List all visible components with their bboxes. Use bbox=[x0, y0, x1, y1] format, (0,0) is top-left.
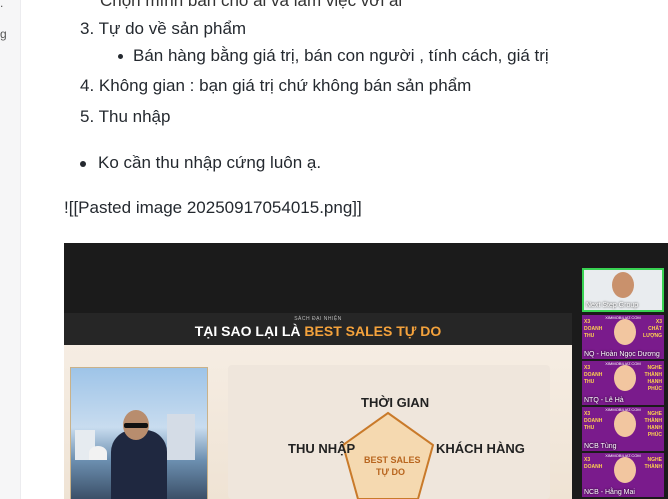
slide-title-band: SÁCH ĐẠI NHIỆN TẠI SAO LẠI LÀ BEST SALES… bbox=[64, 313, 572, 345]
bullet-dot bbox=[80, 160, 86, 167]
participant-name: NQ - Hoàn Ngọc Dương bbox=[584, 351, 660, 358]
diagram-label-right: KHÁCH HÀNG bbox=[436, 441, 525, 456]
slide-kicker: SÁCH ĐẠI NHIỆN bbox=[294, 316, 342, 322]
participant-name: NCB - Hằng Mai bbox=[584, 489, 635, 496]
participant-tile[interactable]: XIMMOBILIAT.COM X3 DOANH NGHE THÀNH NCB - … bbox=[582, 453, 664, 497]
participant-tile[interactable]: XIMMOBILIAT.COM X3 DOANH THU NGHE THÀNH HẠNH… bbox=[582, 407, 664, 451]
cut-off-line: Chọn mình bán cho ai và làm việc với ai bbox=[100, 0, 403, 10]
left-sidebar: . g bbox=[0, 0, 21, 499]
sidebar-fragment: . bbox=[0, 0, 4, 10]
participant-gallery: Next Step Group XIMMOBILIAT.COM X3 DOANH T… bbox=[580, 268, 668, 499]
participant-face bbox=[614, 319, 636, 345]
embedded-screenshot: SÁCH ĐẠI NHIỆN TẠI SAO LẠI LÀ BEST SALES… bbox=[64, 243, 668, 499]
list-item-3: 3. Tự do về sản phẩm bbox=[80, 19, 247, 38]
participant-face bbox=[612, 272, 634, 298]
participant-name: NCB Tùng bbox=[584, 443, 617, 450]
list-item-4: 4. Không gian : bạn giá trị chứ không bá… bbox=[80, 76, 472, 95]
speaker-photo bbox=[70, 367, 208, 499]
person-figure bbox=[111, 430, 167, 499]
participant-tile[interactable]: XIMMOBILIAT.COM X3 DOANH THU NGHE THÀNH HẠNH… bbox=[582, 361, 664, 405]
image-embed-link[interactable]: ![[Pasted image 20250917054015.png]] bbox=[64, 198, 362, 218]
pentagon-shape bbox=[341, 411, 435, 499]
participant-face bbox=[614, 457, 636, 483]
presentation-slide: SÁCH ĐẠI NHIỆN TẠI SAO LẠI LÀ BEST SALES… bbox=[64, 313, 572, 499]
bullet-dot bbox=[118, 54, 123, 60]
list-item-5: 5. Thu nhập bbox=[80, 107, 171, 126]
diagram-center-line2: TỰ DO bbox=[376, 467, 405, 477]
diagram-label-left: THU NHẬP bbox=[288, 441, 356, 456]
participant-name: Next Step Group bbox=[586, 302, 639, 309]
diagram-center-line1: BEST SALES bbox=[364, 455, 421, 465]
participant-tile[interactable]: Next Step Group bbox=[582, 268, 664, 312]
diagram-label-top: THỜI GIAN bbox=[361, 395, 430, 410]
slide-title: TẠI SAO LẠI LÀ BEST SALES TỰ DO bbox=[194, 323, 442, 339]
sub-bullet-item: Bán hàng bằng giá trị, bán con người , t… bbox=[118, 46, 549, 66]
participant-name: NTQ - Lê Hà bbox=[584, 397, 624, 404]
bullet-item: Ko cần thu nhập cứng luôn ạ. bbox=[80, 153, 321, 173]
participant-face bbox=[614, 411, 636, 437]
sidebar-fragment: g bbox=[0, 27, 7, 41]
participant-tile[interactable]: XIMMOBILIAT.COM X3 DOANH THU X3 CHẤT LƯỢNG N… bbox=[582, 315, 664, 359]
sunglasses bbox=[124, 423, 148, 428]
participant-face bbox=[614, 365, 636, 391]
